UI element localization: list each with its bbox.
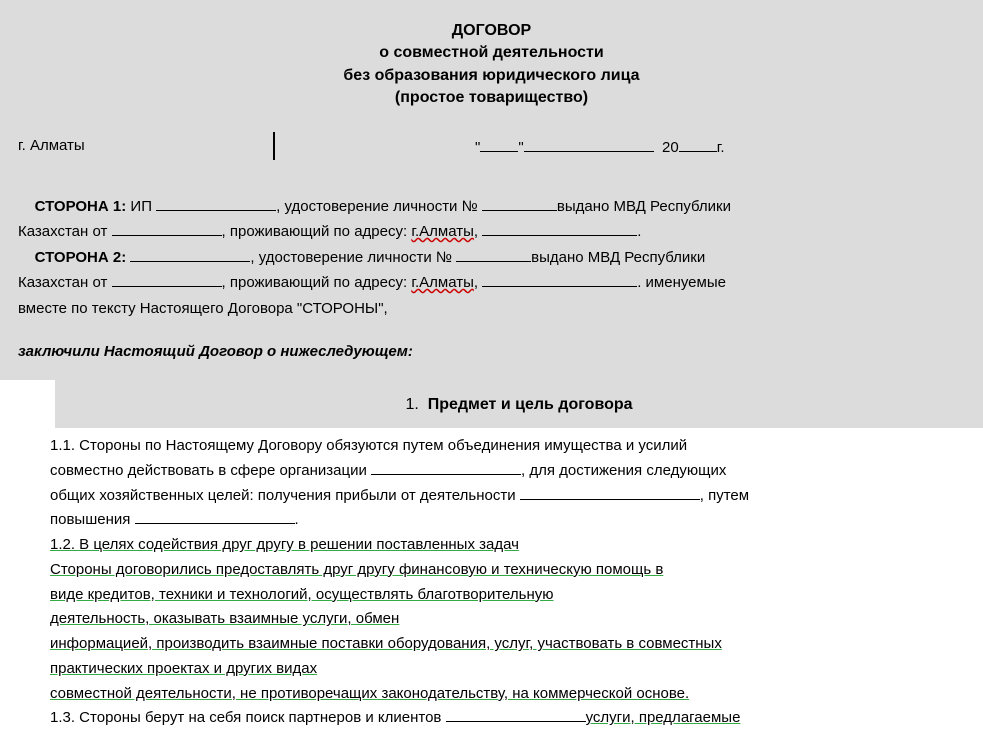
party-2-addr-city: г.Алматы xyxy=(411,274,474,291)
c11g: . xyxy=(295,511,299,528)
party-1-id-blank xyxy=(482,195,557,211)
c11-blank-3 xyxy=(135,508,295,524)
c11f: повышения xyxy=(50,511,135,528)
c11-blank-2 xyxy=(520,484,700,500)
party-1-comma: , xyxy=(474,223,478,240)
party-2-kz-from: Казахстан от xyxy=(18,274,107,291)
party-2-label: СТОРОНА 2: xyxy=(35,249,127,266)
party-2-addr-label: , проживающий по адресу: xyxy=(222,274,408,291)
party-2-trailer: . именуемые xyxy=(637,274,726,291)
c12d: деятельность, оказывать взаимные услуги,… xyxy=(50,610,399,627)
date-fields: "" 20г. xyxy=(475,136,725,156)
party-2-comma: , xyxy=(474,274,478,291)
c11-blank-1 xyxy=(371,459,521,475)
party-1-name-blank xyxy=(156,195,276,211)
city-label: г. Алматы xyxy=(18,137,273,154)
c11b: совместно действовать в сфере организаци… xyxy=(50,462,371,479)
party-2-line-1: СТОРОНА 2: , удостоверение личности № вы… xyxy=(18,245,965,271)
title-block: ДОГОВОР о совместной деятельности без об… xyxy=(18,20,965,110)
c11a: 1.1. Стороны по Настоящему Договору обяз… xyxy=(50,437,687,454)
section-1-title: 1. Предмет и цель договора xyxy=(55,380,983,428)
year-prefix: 20 xyxy=(662,139,679,156)
c11c: , для достижения следующих xyxy=(521,462,726,479)
c12a: 1.2. В целях содействия друг другу в реш… xyxy=(50,536,519,553)
day-blank xyxy=(480,136,518,152)
c13-blank xyxy=(446,706,586,722)
party-1-line-2: Казахстан от , проживающий по адресу: г.… xyxy=(18,219,965,245)
city-date-row: г. Алматы "" 20г. xyxy=(18,132,965,160)
c12c: виде кредитов, техники и технологий, осу… xyxy=(50,586,554,603)
section-left-notch xyxy=(0,380,55,428)
parties-together: вместе по тексту Настоящего Договора "СТ… xyxy=(18,296,965,322)
clause-1-2: 1.2. В целях содействия друг другу в реш… xyxy=(50,533,965,706)
parties-block: СТОРОНА 1: ИП , удостоверение личности №… xyxy=(18,194,965,322)
month-blank xyxy=(524,136,654,152)
party-1-issued: выдано МВД Республики xyxy=(557,198,731,215)
party-1-kz-from: Казахстан от xyxy=(18,223,107,240)
document-header-block: ДОГОВОР о совместной деятельности без об… xyxy=(0,0,983,380)
c12f: практических проектах и других видах xyxy=(50,660,317,677)
party-2-id-blank xyxy=(456,246,531,262)
party-2-addr-blank xyxy=(482,271,637,287)
body-text: 1.1. Стороны по Настоящему Договору обяз… xyxy=(0,428,983,729)
party-1-addr-label: , проживающий по адресу: xyxy=(222,223,408,240)
c13b: услуги, предлагаемые xyxy=(586,709,741,726)
title-line-4: (простое товарищество) xyxy=(18,87,965,109)
party-1-addr-city: г.Алматы xyxy=(411,223,474,240)
party-2-issued: выдано МВД Республики xyxy=(531,249,705,266)
clause-1-1: 1.1. Стороны по Настоящему Договору обяз… xyxy=(50,434,965,533)
party-1-addr-blank xyxy=(482,220,637,236)
intro-line: заключили Настоящий Договор о нижеследую… xyxy=(18,343,965,360)
party-1-dot: . xyxy=(637,223,641,240)
party-2-id-text: , удостоверение личности № xyxy=(250,249,452,266)
c11d: общих хозяйственных целей: получения при… xyxy=(50,487,520,504)
year-blank xyxy=(679,136,717,152)
party-1-label: СТОРОНА 1: xyxy=(35,198,127,215)
vertical-divider xyxy=(273,132,275,160)
section-1-text: Предмет и цель договора xyxy=(428,396,633,413)
title-line-1: ДОГОВОР xyxy=(18,20,965,42)
title-line-2: о совместной деятельности xyxy=(18,42,965,64)
section-1-num: 1. xyxy=(405,396,418,413)
party-1-date-blank xyxy=(112,220,222,236)
c12g: совместной деятельности, не противоречащ… xyxy=(50,685,689,702)
clause-1-3: 1.3. Стороны берут на себя поиск партнер… xyxy=(50,706,965,729)
party-1-ip: ИП xyxy=(130,198,152,215)
party-1-line-1: СТОРОНА 1: ИП , удостоверение личности №… xyxy=(18,194,965,220)
c12e: информацией, производить взаимные постав… xyxy=(50,635,722,652)
c12b: Стороны договорились предоставлять друг … xyxy=(50,561,663,578)
party-1-id-text: , удостоверение личности № xyxy=(276,198,478,215)
party-2-date-blank xyxy=(112,271,222,287)
party-2-line-2: Казахстан от , проживающий по адресу: г.… xyxy=(18,270,965,296)
section-1-header-row: 1. Предмет и цель договора xyxy=(0,380,983,428)
c13a: 1.3. Стороны берут на себя поиск партнер… xyxy=(50,709,446,726)
year-suffix: г. xyxy=(717,139,725,156)
title-line-3: без образования юридического лица xyxy=(18,65,965,87)
c11e: , путем xyxy=(700,487,749,504)
party-2-name-blank xyxy=(130,246,250,262)
